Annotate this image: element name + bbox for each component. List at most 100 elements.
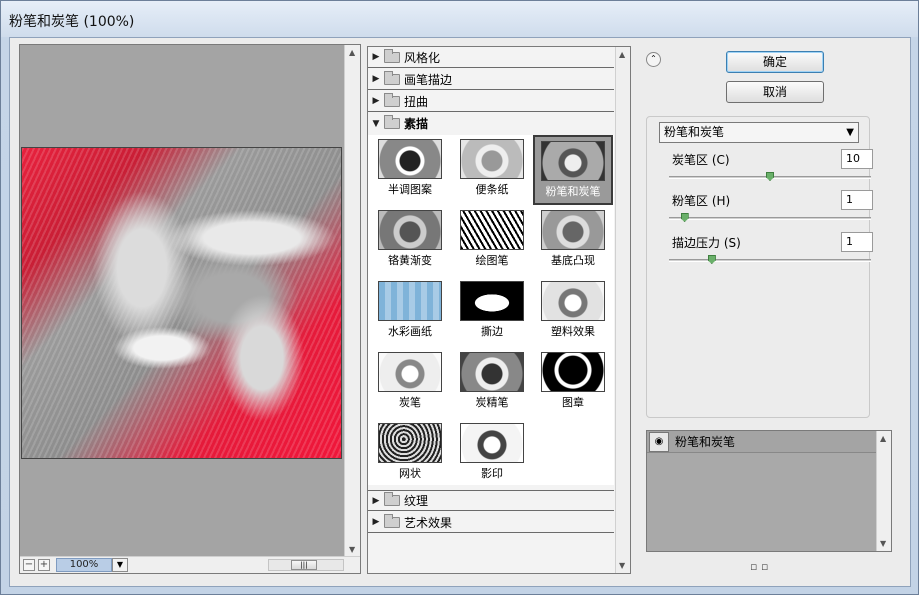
thumb-image	[378, 423, 442, 463]
new-effect-layer-icon[interactable]: ▫	[750, 560, 757, 573]
filter-thumb-graphic-pen[interactable]: 绘图笔	[452, 206, 532, 276]
param-input-stroke-pressure[interactable]: 1	[841, 232, 873, 252]
slider-thumb[interactable]	[707, 255, 716, 264]
filter-thumb-chalk-charcoal[interactable]: 粉笔和炭笔	[533, 135, 613, 205]
folder-icon	[384, 513, 400, 528]
thumb-image	[541, 352, 605, 392]
thumb-image	[460, 139, 524, 179]
filter-thumb-water-paper[interactable]: 水彩画纸	[370, 277, 450, 347]
folder-icon	[384, 492, 400, 506]
hscroll-thumb[interactable]: |||	[291, 560, 317, 570]
collapse-arrow-icon: ▼	[372, 118, 380, 129]
expand-arrow-icon: ▶	[372, 96, 380, 106]
preview-horizontal-scrollbar[interactable]: |||	[268, 559, 344, 571]
filter-gallery-window: 粉笔和炭笔 (100%) ▲ ▼ − + 100% ▼ ||| ▶ 风格化 ▶ …	[0, 0, 919, 595]
preview-vertical-scrollbar[interactable]: ▲ ▼	[344, 45, 360, 557]
category-label: 艺术效果	[404, 515, 453, 530]
category-stylize[interactable]: ▶ 风格化	[368, 47, 614, 68]
scroll-up-arrow-icon[interactable]: ▲	[619, 50, 625, 59]
cancel-button[interactable]: 取消	[726, 81, 824, 103]
filter-thumb-bas-relief[interactable]: 基底凸现	[533, 206, 613, 276]
filter-thumb-torn-edges[interactable]: 撕边	[452, 277, 532, 347]
filter-thumb-plastic-wrap[interactable]: 塑料效果	[533, 277, 613, 347]
param-input-chalk-area[interactable]: 1	[841, 190, 873, 210]
layer-actions: ▫ ▫	[750, 560, 768, 573]
gallery-vertical-scrollbar[interactable]: ▲ ▼	[615, 47, 630, 573]
thumb-label: 铬黄渐变	[388, 254, 432, 267]
filter-thumb-conte-crayon[interactable]: 炭精笔	[452, 348, 532, 418]
thumb-image	[460, 281, 524, 321]
thumb-image	[378, 352, 442, 392]
param-input-charcoal-area[interactable]: 10	[841, 149, 873, 169]
thumb-image	[541, 281, 605, 321]
thumb-label: 粉笔和炭笔	[545, 185, 601, 198]
param-label-stroke-pressure: 描边压力 (S)	[672, 236, 741, 250]
preview-image[interactable]	[21, 147, 342, 459]
filter-thumb-stamp[interactable]: 图章	[533, 348, 613, 418]
thumb-label: 网状	[399, 467, 421, 480]
thumb-label: 炭精笔	[475, 396, 509, 409]
thumb-label: 炭笔	[399, 396, 421, 409]
folder-icon	[384, 92, 400, 107]
filter-thumb-charcoal[interactable]: 炭笔	[370, 348, 450, 418]
param-label-chalk-area: 粉笔区 (H)	[672, 194, 731, 208]
zoom-dropdown-button[interactable]: ▼	[112, 558, 128, 572]
layers-vertical-scrollbar[interactable]: ▲ ▼	[876, 431, 891, 551]
double-chevron-up-icon[interactable]: ⌃	[646, 52, 661, 67]
param-label-charcoal-area: 炭笔区 (C)	[672, 153, 730, 167]
filter-thumb-photocopy[interactable]: 影印	[452, 419, 532, 489]
filter-thumb-note-paper[interactable]: 便条纸	[452, 135, 532, 205]
category-artistic[interactable]: ▶ 艺术效果	[368, 512, 614, 533]
filter-gallery: ▶ 风格化 ▶ 画笔描边 ▶ 扭曲 ▼ 素描 半调图案 便条纸 粉笔和炭笔 铬黄…	[367, 46, 631, 574]
thumb-image	[460, 352, 524, 392]
thumb-label: 基底凸现	[551, 254, 595, 267]
slider-charcoal-area[interactable]	[669, 172, 871, 181]
effect-layer-row[interactable]: ◉ 粉笔和炭笔	[647, 431, 877, 453]
expand-arrow-icon: ▶	[372, 74, 380, 84]
effect-layers-panel: ◉ 粉笔和炭笔 ▲ ▼	[646, 430, 892, 552]
filter-thumb-chrome[interactable]: 铬黄渐变	[370, 206, 450, 276]
dialog-body: ▲ ▼ − + 100% ▼ ||| ▶ 风格化 ▶ 画笔描边 ▶ 扭曲 ▼ 素…	[9, 37, 911, 587]
slider-thumb[interactable]	[766, 172, 774, 181]
category-texture[interactable]: ▶ 纹理	[368, 490, 614, 511]
ok-button[interactable]: 确定	[726, 51, 824, 73]
category-label: 风格化	[404, 50, 441, 65]
category-brush-strokes[interactable]: ▶ 画笔描边	[368, 69, 614, 90]
thumb-image	[378, 210, 442, 250]
scroll-up-arrow-icon[interactable]: ▲	[880, 434, 886, 443]
thumb-label: 图章	[562, 396, 584, 409]
thumb-label: 绘图笔	[475, 254, 509, 267]
preview-pane: ▲ ▼ − + 100% ▼ |||	[19, 44, 361, 574]
preview-zoom-bar: − + 100% ▼ |||	[20, 556, 360, 573]
category-label: 纹理	[404, 494, 429, 508]
thumb-label: 影印	[481, 467, 503, 480]
zoom-out-button[interactable]: −	[23, 559, 35, 571]
scroll-up-arrow-icon[interactable]: ▲	[349, 48, 355, 57]
thumb-image	[378, 281, 442, 321]
filter-select-value: 粉笔和炭笔	[664, 125, 725, 139]
category-distort[interactable]: ▶ 扭曲	[368, 91, 614, 112]
scroll-down-arrow-icon[interactable]: ▼	[619, 561, 625, 570]
zoom-in-button[interactable]: +	[38, 559, 50, 571]
slider-thumb[interactable]	[680, 213, 689, 222]
window-title: 粉笔和炭笔 (100%)	[9, 14, 135, 30]
thumb-image	[541, 210, 605, 250]
slider-chalk-area[interactable]	[669, 213, 871, 222]
category-sketch[interactable]: ▼ 素描	[368, 113, 614, 134]
folder-icon	[384, 48, 400, 63]
scroll-down-arrow-icon[interactable]: ▼	[349, 545, 355, 554]
filter-thumb-halftone[interactable]: 半调图案	[370, 135, 450, 205]
chevron-down-icon: ▼	[846, 127, 854, 138]
delete-effect-layer-icon[interactable]: ▫	[761, 560, 768, 573]
filter-thumb-reticulation[interactable]: 网状	[370, 419, 450, 489]
title-bar: 粉笔和炭笔 (100%)	[1, 1, 918, 37]
thumb-image	[460, 210, 524, 250]
eye-icon[interactable]: ◉	[649, 431, 669, 452]
scroll-down-arrow-icon[interactable]: ▼	[880, 539, 886, 548]
thumb-image	[378, 139, 442, 179]
filter-select[interactable]: 粉笔和炭笔 ▼	[659, 122, 859, 143]
category-label: 扭曲	[404, 94, 429, 109]
slider-stroke-pressure[interactable]	[669, 255, 871, 264]
zoom-level-display[interactable]: 100%	[56, 558, 112, 572]
filter-settings-panel: 粉笔和炭笔 ▼ 炭笔区 (C) 10 粉笔区 (H) 1 描边压力 (S) 1	[646, 116, 873, 418]
